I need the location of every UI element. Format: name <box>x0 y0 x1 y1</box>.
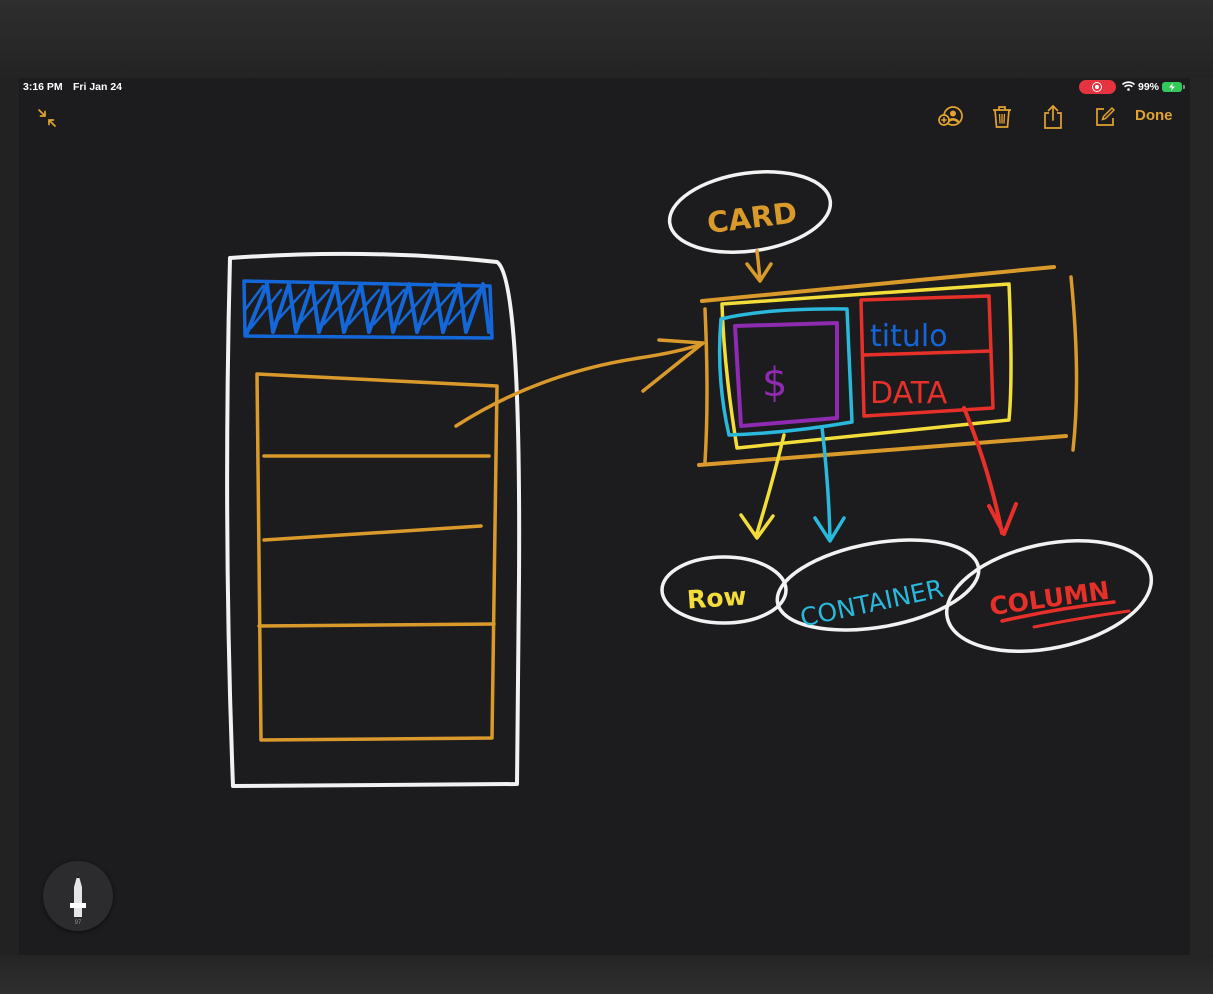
card-label-sketch: CARD <box>667 170 833 283</box>
container-label: CONTAINER <box>798 574 946 633</box>
pencil-icon <box>70 873 86 917</box>
card-label: CARD <box>705 195 799 240</box>
container-label-sketch: CONTAINER <box>775 538 981 633</box>
row-label-sketch: Row <box>660 555 788 625</box>
arrows-sketch <box>739 406 1018 543</box>
row-label: Row <box>686 581 747 614</box>
background-frame-left <box>0 78 19 955</box>
data-label: DATA <box>870 376 948 411</box>
column-label-sketch: COLUMN <box>944 538 1154 654</box>
drawing-canvas[interactable]: CARD $ titulo DATA Row CONTAINER COLUMN <box>19 78 1190 955</box>
pencil-size-label: 97 <box>74 920 82 926</box>
phone-wireframe-sketch <box>225 251 705 788</box>
background-frame-top <box>0 0 1213 78</box>
titulo-label: titulo <box>870 319 948 354</box>
notes-screen: 3:16 PM Fri Jan 24 99% Done CARD $ titul… <box>19 78 1190 955</box>
background-frame-bottom <box>0 955 1213 994</box>
pencil-tool-button[interactable]: 97 <box>43 861 113 931</box>
dollar-label: $ <box>762 360 787 406</box>
column-label: COLUMN <box>988 576 1112 622</box>
card-layout-sketch: $ titulo DATA <box>697 265 1079 467</box>
background-frame-right <box>1190 78 1213 955</box>
